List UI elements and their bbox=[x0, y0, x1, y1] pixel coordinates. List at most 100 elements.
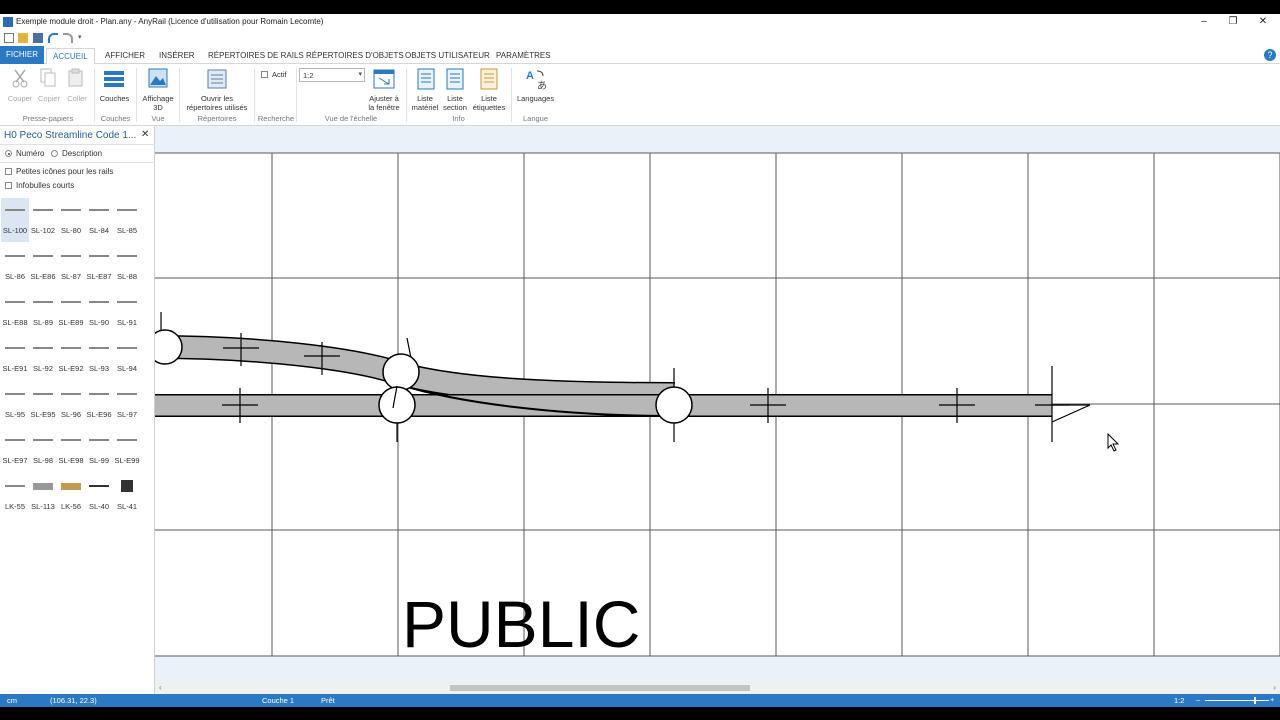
rail-thumbnail-icon bbox=[33, 483, 53, 490]
rail-item[interactable]: SL-E96 bbox=[85, 382, 113, 426]
rail-item[interactable]: SL-94 bbox=[113, 336, 141, 380]
new-file-icon[interactable] bbox=[4, 33, 14, 43]
horizontal-scrollbar[interactable]: ‹ › bbox=[155, 682, 1280, 694]
actif-checkbox[interactable] bbox=[261, 71, 268, 78]
track-connector[interactable] bbox=[155, 329, 183, 365]
rail-item[interactable]: SL-41 bbox=[113, 474, 141, 518]
rail-item[interactable]: SL-86 bbox=[1, 244, 29, 288]
restore-button[interactable]: ❐ bbox=[1219, 15, 1247, 29]
rail-item[interactable]: SL-92 bbox=[29, 336, 57, 380]
rail-item[interactable]: LK-56 bbox=[57, 474, 85, 518]
radio-numero[interactable] bbox=[5, 150, 12, 157]
status-zoom: 1:2 bbox=[1174, 696, 1185, 705]
rail-item[interactable]: SL-89 bbox=[29, 290, 57, 334]
zoom-in-icon[interactable]: + bbox=[1270, 695, 1274, 704]
rail-item[interactable]: SL-E99 bbox=[113, 428, 141, 472]
scissors-icon bbox=[12, 69, 28, 88]
rail-item[interactable]: SL-E92 bbox=[57, 336, 85, 380]
rail-thumbnail-icon bbox=[5, 209, 25, 211]
rail-item[interactable]: SL-97 bbox=[113, 382, 141, 426]
rail-item-label: SL-98 bbox=[32, 456, 53, 465]
zoom-slider-knob[interactable] bbox=[1254, 697, 1256, 704]
rail-item[interactable]: SL-80 bbox=[57, 198, 85, 242]
rail-item[interactable]: SL-90 bbox=[85, 290, 113, 334]
short-tooltips-checkbox[interactable] bbox=[5, 182, 12, 189]
panel-close-icon[interactable]: ✕ bbox=[141, 129, 149, 140]
rail-item[interactable]: SL-98 bbox=[29, 428, 57, 472]
minimize-button[interactable]: – bbox=[1190, 15, 1218, 29]
label-list-icon bbox=[480, 68, 498, 90]
canvas-label-public[interactable]: PUBLIC bbox=[402, 587, 640, 661]
rail-item[interactable]: SL-96 bbox=[57, 382, 85, 426]
ribbon-separator bbox=[511, 68, 512, 122]
rail-item-label: SL-E92 bbox=[58, 364, 84, 373]
open-folder-icon[interactable] bbox=[18, 33, 28, 43]
rail-item[interactable]: SL-99 bbox=[85, 428, 113, 472]
rail-thumbnail-icon bbox=[5, 485, 25, 487]
ribbon-tabs: FICHIER ACCUEIL AFFICHER INSÉRER RÉPERTO… bbox=[0, 46, 1280, 65]
rail-item[interactable]: SL-E89 bbox=[57, 290, 85, 334]
actif-label: Actif bbox=[272, 70, 287, 79]
save-icon[interactable] bbox=[33, 33, 43, 43]
rail-item-label: SL-91 bbox=[116, 318, 137, 327]
rail-item[interactable]: LK-55 bbox=[1, 474, 29, 518]
rail-item[interactable]: SL-84 bbox=[85, 198, 113, 242]
rail-item[interactable]: SL-113 bbox=[29, 474, 57, 518]
rail-item-label: SL-E95 bbox=[30, 410, 56, 419]
tab-fichier[interactable]: FICHIER bbox=[0, 46, 44, 64]
layout-canvas[interactable]: PUBLIC bbox=[155, 126, 1280, 694]
rail-item[interactable]: SL-40 bbox=[85, 474, 113, 518]
rail-item[interactable]: SL-102 bbox=[29, 198, 57, 242]
rail-thumbnail-icon bbox=[61, 393, 81, 395]
fit-window-label-line1: Ajuster à bbox=[369, 94, 399, 103]
tab-inserer[interactable]: INSÉRER bbox=[153, 48, 201, 64]
3d-view-label-line2: 3D bbox=[153, 103, 163, 112]
rail-item[interactable]: SL-93 bbox=[85, 336, 113, 380]
rail-item[interactable]: SL-87 bbox=[57, 244, 85, 288]
rail-item[interactable]: SL-E95 bbox=[29, 382, 57, 426]
close-button[interactable]: ✕ bbox=[1249, 15, 1277, 29]
track-connector[interactable] bbox=[382, 353, 420, 391]
rail-item[interactable]: SL-95 bbox=[1, 382, 29, 426]
layers-icon bbox=[104, 71, 124, 87]
status-bar: cm (106.31, 22.3) Couche 1 Prêt 1:2 – + bbox=[0, 694, 1280, 707]
rail-thumbnail-icon bbox=[33, 347, 53, 349]
app-icon bbox=[3, 17, 13, 27]
rail-item[interactable]: SL-85 bbox=[113, 198, 141, 242]
track-connector[interactable] bbox=[378, 386, 416, 424]
rail-item[interactable]: SL-91 bbox=[113, 290, 141, 334]
rail-item-label: LK-56 bbox=[60, 502, 81, 511]
anyrail-window: Exemple module droit - Plan.any - AnyRai… bbox=[0, 0, 1280, 720]
scroll-left-icon[interactable]: ‹ bbox=[159, 683, 162, 692]
rail-item[interactable]: SL-88 bbox=[113, 244, 141, 288]
zoom-slider[interactable] bbox=[1205, 700, 1269, 701]
customize-qat-icon[interactable]: ▾ bbox=[78, 33, 88, 43]
rail-item[interactable]: SL-E91 bbox=[1, 336, 29, 380]
radio-description[interactable] bbox=[51, 150, 58, 157]
undo-icon[interactable] bbox=[48, 33, 58, 43]
tab-repertoires-rails[interactable]: RÉPERTOIRES DE RAILS bbox=[202, 48, 310, 64]
rail-item[interactable]: SL-E88 bbox=[1, 290, 29, 334]
tab-repertoires-objets[interactable]: RÉPERTOIRES D'OBJETS bbox=[300, 48, 410, 64]
copy-icon bbox=[40, 68, 56, 87]
rail-item[interactable]: SL-100 bbox=[1, 198, 29, 242]
zoom-out-icon[interactable]: – bbox=[1196, 695, 1200, 704]
help-icon[interactable]: ? bbox=[1264, 49, 1276, 61]
small-icons-checkbox[interactable] bbox=[5, 168, 12, 175]
group-info: Info bbox=[452, 114, 465, 123]
tab-parametres[interactable]: PARAMÈTRES bbox=[490, 48, 557, 64]
scroll-right-icon[interactable]: › bbox=[1273, 683, 1276, 692]
rail-item-label: SL-E87 bbox=[86, 272, 112, 281]
tab-afficher[interactable]: AFFICHER bbox=[99, 48, 151, 64]
track-connector[interactable] bbox=[655, 386, 693, 424]
rail-item[interactable]: SL-E87 bbox=[85, 244, 113, 288]
tab-objets-utilisateur[interactable]: OBJETS UTILISATEUR bbox=[399, 48, 496, 64]
track-plan[interactable]: PUBLIC bbox=[155, 126, 1280, 682]
rail-item[interactable]: SL-E98 bbox=[57, 428, 85, 472]
tab-accueil[interactable]: ACCUEIL bbox=[46, 48, 95, 65]
rail-item[interactable]: SL-E97 bbox=[1, 428, 29, 472]
redo-icon[interactable] bbox=[63, 33, 73, 43]
scrollbar-thumb[interactable] bbox=[450, 685, 750, 691]
scale-select[interactable]: 1:2 ▾ bbox=[299, 68, 365, 82]
rail-item[interactable]: SL-E86 bbox=[29, 244, 57, 288]
